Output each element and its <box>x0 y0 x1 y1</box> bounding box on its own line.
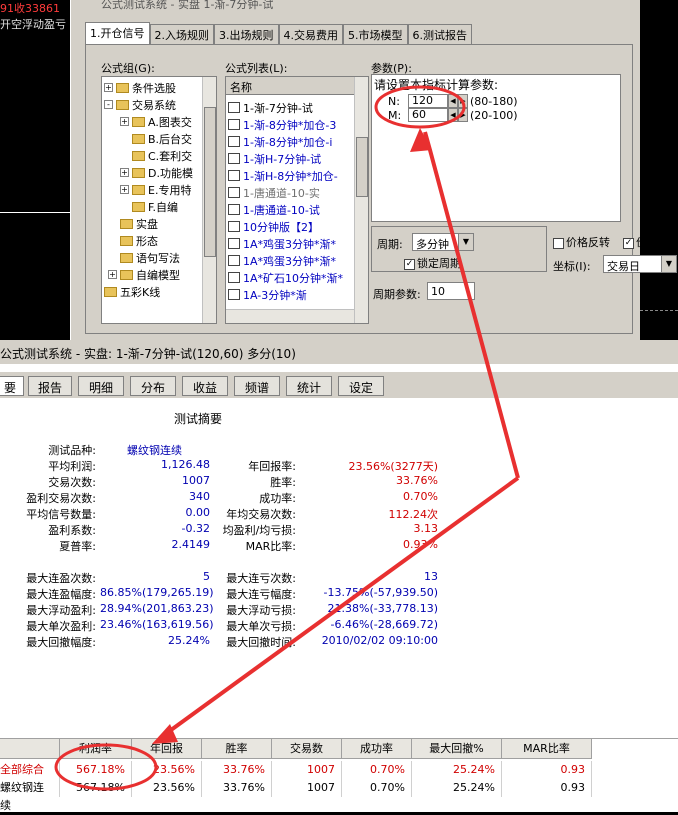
profit-highlight-circle <box>54 743 158 791</box>
annotation-overlay <box>54 85 520 791</box>
annotation-arrow-line <box>423 131 520 479</box>
param-highlight-circle <box>374 85 466 129</box>
annotation-arrow-line <box>158 476 520 740</box>
